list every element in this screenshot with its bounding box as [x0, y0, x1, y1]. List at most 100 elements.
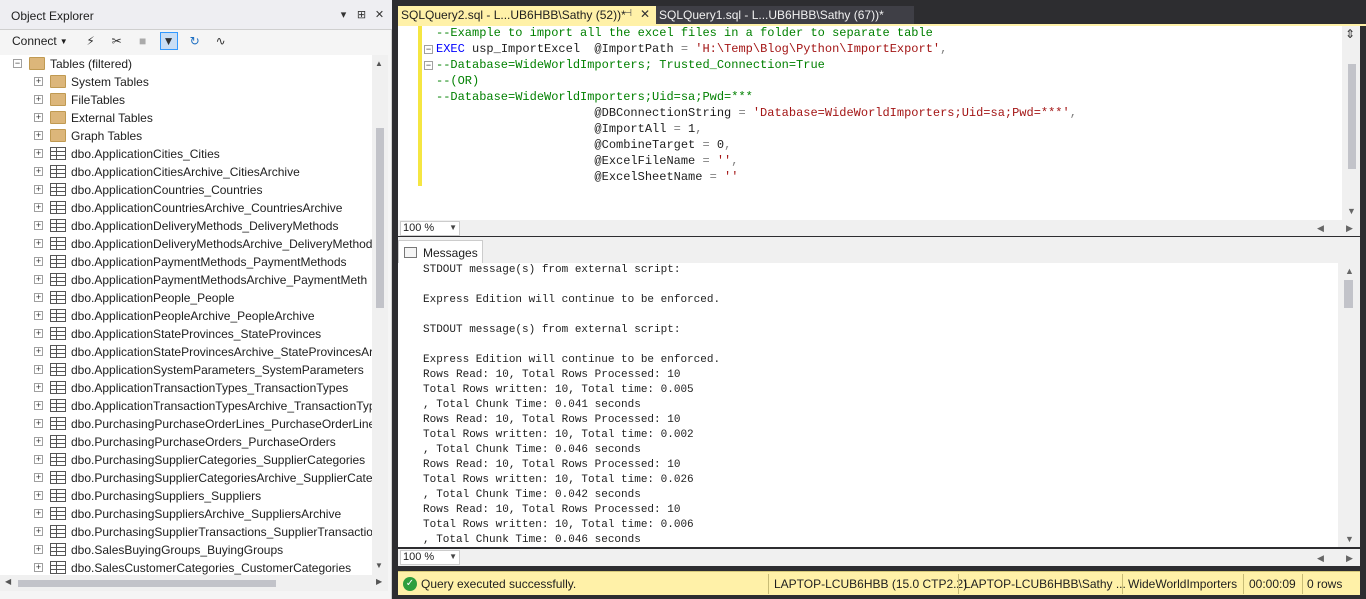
- connect-button[interactable]: Connect ▼: [6, 34, 74, 48]
- expand-icon[interactable]: +: [34, 221, 43, 230]
- object-explorer-horizontal-scrollbar[interactable]: ◀ ▶: [0, 575, 388, 591]
- tree-node-table[interactable]: + dbo.ApplicationSystemParameters_SystemP…: [0, 361, 372, 379]
- expand-icon[interactable]: +: [34, 419, 43, 428]
- expand-icon[interactable]: +: [34, 275, 43, 284]
- expand-icon[interactable]: +: [34, 563, 43, 572]
- tab-sqlquery2[interactable]: SQLQuery2.sql - L...UB6HBB\Sathy (52))* …: [398, 6, 656, 24]
- tree-node-table[interactable]: + dbo.ApplicationPeopleArchive_PeopleArch…: [0, 307, 372, 325]
- refresh-icon[interactable]: ↻: [186, 32, 204, 50]
- tree-node-table[interactable]: + dbo.PurchasingSupplierCategoriesArchive…: [0, 469, 372, 487]
- activity-monitor-icon[interactable]: ∿: [212, 32, 230, 50]
- tree-node-folder[interactable]: + Graph Tables: [0, 127, 372, 145]
- editor-vertical-scrollbar[interactable]: ⇕ ▼: [1342, 26, 1360, 220]
- close-icon[interactable]: ✕: [373, 7, 386, 22]
- scroll-left-arrow[interactable]: ◀: [1317, 553, 1324, 564]
- window-position-icon[interactable]: ▾: [337, 7, 350, 22]
- scroll-right-arrow[interactable]: ▶: [376, 577, 382, 586]
- tree-node-table[interactable]: + dbo.PurchasingPurchaseOrders_PurchaseOr…: [0, 433, 372, 451]
- tree-node-table[interactable]: + dbo.ApplicationDeliveryMethods_Delivery…: [0, 217, 372, 235]
- tree-node-table[interactable]: + dbo.SalesBuyingGroups_BuyingGroups: [0, 541, 372, 559]
- scroll-down-arrow[interactable]: ▼: [1345, 534, 1354, 544]
- scroll-down-arrow[interactable]: ▼: [1347, 206, 1356, 216]
- expand-icon[interactable]: +: [34, 347, 43, 356]
- expand-icon[interactable]: +: [34, 131, 43, 140]
- tree-node-table[interactable]: + dbo.ApplicationPaymentMethodsArchive_Pa…: [0, 271, 372, 289]
- expand-icon[interactable]: +: [34, 149, 43, 158]
- tree-node-table[interactable]: + dbo.ApplicationStateProvinces_StateProv…: [0, 325, 372, 343]
- expand-icon[interactable]: +: [34, 167, 43, 176]
- tree-node-table[interactable]: + dbo.ApplicationCitiesArchive_CitiesArch…: [0, 163, 372, 181]
- tab-messages[interactable]: Messages: [398, 240, 483, 263]
- editor-zoom-select[interactable]: 100 % ▼: [400, 221, 460, 236]
- tree-node-table[interactable]: + dbo.ApplicationTransactionTypesArchive_…: [0, 397, 372, 415]
- tree-node-table[interactable]: + dbo.ApplicationPeople_People: [0, 289, 372, 307]
- query-editor[interactable]: − − --Example to import all the excel fi…: [398, 26, 1360, 220]
- auto-hide-pin-icon[interactable]: ⊞: [355, 7, 368, 22]
- tree-node-folder[interactable]: + System Tables: [0, 73, 372, 91]
- scroll-thumb[interactable]: [18, 580, 276, 587]
- expand-icon[interactable]: +: [34, 257, 43, 266]
- scroll-right-arrow[interactable]: ▶: [1346, 223, 1353, 234]
- tree-node-table[interactable]: + dbo.SalesCustomerCategories_CustomerCat…: [0, 559, 372, 575]
- expand-icon[interactable]: +: [34, 491, 43, 500]
- pin-icon[interactable]: ⊣: [623, 8, 632, 19]
- expand-icon[interactable]: +: [34, 95, 43, 104]
- tree-node-folder[interactable]: + External Tables: [0, 109, 372, 127]
- expand-icon[interactable]: +: [34, 545, 43, 554]
- collapse-icon[interactable]: −: [424, 61, 433, 70]
- expand-icon[interactable]: +: [34, 293, 43, 302]
- tree-node-table[interactable]: + dbo.PurchasingSupplierTransactions_Supp…: [0, 523, 372, 541]
- expand-icon[interactable]: +: [34, 473, 43, 482]
- split-window-icon[interactable]: ⇕: [1343, 27, 1357, 41]
- tree-node-table[interactable]: + dbo.PurchasingSupplierCategories_Suppli…: [0, 451, 372, 469]
- tree-node-table[interactable]: + dbo.ApplicationPaymentMethods_PaymentMe…: [0, 253, 372, 271]
- tree-node-table[interactable]: + dbo.PurchasingSuppliers_Suppliers: [0, 487, 372, 505]
- filter-icon[interactable]: ▼: [159, 32, 178, 50]
- scroll-up-arrow[interactable]: ▲: [1345, 266, 1354, 276]
- scroll-thumb[interactable]: [376, 128, 384, 308]
- scroll-right-arrow[interactable]: ▶: [1346, 553, 1353, 564]
- expand-icon[interactable]: +: [34, 185, 43, 194]
- tree-node-table[interactable]: + dbo.ApplicationTransactionTypes_Transac…: [0, 379, 372, 397]
- stop-icon[interactable]: ■: [134, 32, 152, 50]
- scroll-thumb[interactable]: [1348, 64, 1356, 169]
- tree-node-table[interactable]: + dbo.ApplicationStateProvincesArchive_St…: [0, 343, 372, 361]
- expand-icon[interactable]: +: [34, 383, 43, 392]
- messages-pane[interactable]: STDOUT message(s) from external script: E…: [398, 263, 1338, 547]
- tree-node-table[interactable]: + dbo.ApplicationCountriesArchive_Countri…: [0, 199, 372, 217]
- scroll-thumb[interactable]: [1344, 280, 1353, 308]
- expand-icon[interactable]: +: [34, 311, 43, 320]
- expand-icon[interactable]: +: [34, 77, 43, 86]
- tree-node-table[interactable]: + dbo.ApplicationCountries_Countries: [0, 181, 372, 199]
- table-icon: [50, 291, 66, 304]
- tree-node-table[interactable]: + dbo.ApplicationCities_Cities: [0, 145, 372, 163]
- expand-icon[interactable]: +: [34, 203, 43, 212]
- object-explorer-vertical-scrollbar[interactable]: ▲ ▼: [372, 55, 388, 575]
- scroll-down-arrow[interactable]: ▼: [375, 561, 383, 570]
- collapse-icon[interactable]: −: [13, 59, 22, 68]
- expand-icon[interactable]: +: [34, 329, 43, 338]
- results-zoom-select[interactable]: 100 % ▼: [400, 550, 460, 565]
- scroll-up-arrow[interactable]: ▲: [375, 59, 383, 68]
- scroll-left-arrow[interactable]: ◀: [5, 577, 11, 586]
- connect-plug-icon[interactable]: ⚡: [82, 32, 100, 50]
- expand-icon[interactable]: +: [34, 455, 43, 464]
- results-vertical-scrollbar[interactable]: ▲ ▼: [1338, 263, 1360, 547]
- disconnect-icon[interactable]: ✂: [108, 32, 126, 50]
- expand-icon[interactable]: +: [34, 509, 43, 518]
- expand-icon[interactable]: +: [34, 239, 43, 248]
- tree-node-table[interactable]: + dbo.PurchasingPurchaseOrderLines_Purcha…: [0, 415, 372, 433]
- collapse-icon[interactable]: −: [424, 45, 433, 54]
- close-icon[interactable]: ✕: [640, 7, 650, 21]
- tree-node-folder[interactable]: + FileTables: [0, 91, 372, 109]
- expand-icon[interactable]: +: [34, 365, 43, 374]
- expand-icon[interactable]: +: [34, 437, 43, 446]
- tree-node-tables-filtered[interactable]: − Tables (filtered): [0, 55, 372, 73]
- tab-sqlquery1[interactable]: SQLQuery1.sql - L...UB6HBB\Sathy (67))*: [656, 6, 914, 24]
- expand-icon[interactable]: +: [34, 527, 43, 536]
- expand-icon[interactable]: +: [34, 113, 43, 122]
- scroll-left-arrow[interactable]: ◀: [1317, 223, 1324, 234]
- tree-node-table[interactable]: + dbo.ApplicationDeliveryMethodsArchive_D…: [0, 235, 372, 253]
- tree-node-table[interactable]: + dbo.PurchasingSuppliersArchive_Supplier…: [0, 505, 372, 523]
- expand-icon[interactable]: +: [34, 401, 43, 410]
